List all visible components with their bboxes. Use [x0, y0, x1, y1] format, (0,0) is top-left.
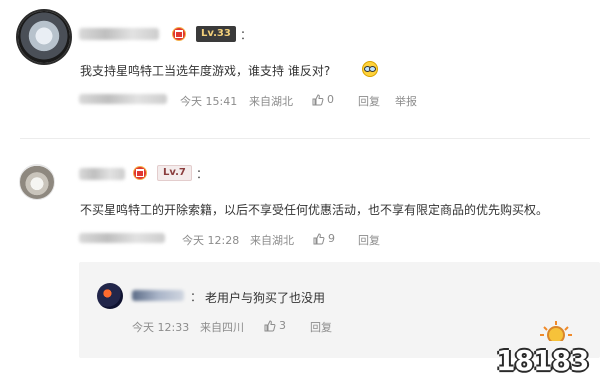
reply-time: 今天 12:33	[132, 321, 190, 334]
colon: ：	[190, 290, 203, 304]
blurred-meta	[79, 94, 167, 104]
like-count: 0	[327, 93, 334, 106]
thumbs-up-icon	[313, 232, 325, 244]
like-count: 3	[279, 319, 286, 332]
colon: ：	[240, 28, 253, 42]
comment-location: 来自湖北	[249, 95, 293, 108]
blurred-meta	[79, 233, 165, 243]
member-badge-icon	[133, 166, 147, 180]
thumbs-up-icon	[264, 319, 276, 331]
level-badge: Lv.33	[196, 26, 236, 42]
reply-button[interactable]: 回复	[310, 319, 332, 335]
username-blurred[interactable]	[79, 168, 125, 180]
like-count: 9	[328, 232, 335, 245]
level-badge: Lv.7	[157, 165, 192, 181]
avatar[interactable]	[18, 11, 70, 63]
site-watermark-logo: 18183	[496, 319, 592, 377]
reply-location: 来自四川	[200, 321, 244, 334]
comment-location: 来自湖北	[250, 234, 294, 247]
comment-time: 今天 12:28	[182, 234, 240, 247]
thumbs-up-icon	[312, 93, 324, 105]
glasses-emoji-icon	[362, 61, 378, 77]
member-badge-icon	[172, 27, 186, 41]
reply-button[interactable]: 回复	[358, 93, 380, 109]
comment-text: 我支持星鸣特工当选年度游戏，谁支持 谁反对?	[80, 64, 331, 78]
like-button[interactable]: 0	[312, 93, 334, 106]
report-button[interactable]: 举报	[395, 93, 417, 109]
divider	[20, 138, 590, 139]
reply-button[interactable]: 回复	[358, 232, 380, 248]
username-blurred[interactable]	[132, 290, 184, 301]
watermark-text: 18183	[496, 344, 589, 377]
username-blurred[interactable]	[79, 28, 159, 40]
comment-time: 今天 15:41	[180, 95, 238, 108]
like-button[interactable]: 3	[264, 319, 286, 332]
like-button[interactable]: 9	[313, 232, 335, 245]
sun-mascot-icon	[540, 321, 572, 341]
avatar[interactable]	[97, 283, 123, 309]
avatar[interactable]	[19, 164, 55, 200]
comment-text: 不买星鸣特工的开除索籍，以后不享受任何优惠活动，也不享有限定商品的优先购买权。	[80, 203, 549, 217]
reply-text: 老用户与狗买了也没用	[205, 291, 326, 305]
colon: ：	[196, 167, 209, 181]
